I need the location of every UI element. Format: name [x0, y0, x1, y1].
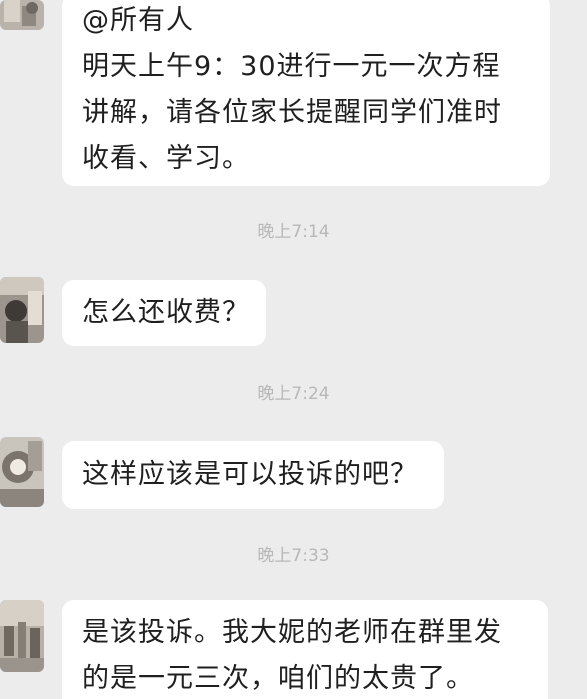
avatar[interactable]: [0, 600, 44, 672]
avatar[interactable]: [0, 277, 44, 343]
timestamp: 晚上7:14: [257, 222, 330, 242]
message-bubble[interactable]: @所有人 明天上午9：30进行一元一次方程 讲解，请各位家长提醒同学们准时 收看…: [62, 0, 550, 186]
message-text: 这样应该是可以投诉的吧？: [82, 459, 418, 490]
message-text: @所有人: [82, 5, 194, 36]
message-text: 怎么还收费？: [82, 297, 250, 328]
message-text: 的是一元三次，咱们的太贵了。: [82, 663, 474, 694]
message-text: 收看、学习。: [82, 143, 250, 174]
message-text: 是该投诉。我大妮的老师在群里发: [82, 617, 502, 648]
avatar[interactable]: [0, 437, 44, 507]
timestamp: 晚上7:24: [257, 384, 330, 404]
message-bubble[interactable]: 这样应该是可以投诉的吧？: [62, 441, 444, 509]
message-text: 讲解，请各位家长提醒同学们准时: [82, 97, 502, 128]
message-bubble[interactable]: 怎么还收费？: [62, 280, 266, 346]
timestamp: 晚上7:33: [257, 546, 330, 566]
message-bubble[interactable]: 是该投诉。我大妮的老师在群里发 的是一元三次，咱们的太贵了。: [62, 600, 548, 699]
message-text: 明天上午9：30进行一元一次方程: [82, 51, 501, 82]
avatar[interactable]: [0, 0, 44, 30]
